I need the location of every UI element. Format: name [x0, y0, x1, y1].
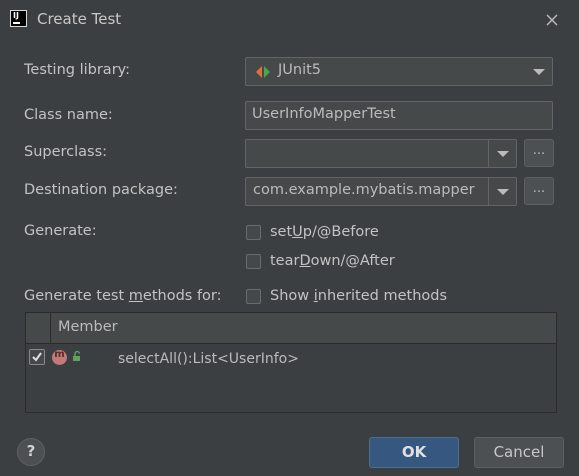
- teardown-checkbox[interactable]: [246, 254, 261, 269]
- cancel-button[interactable]: Cancel: [474, 437, 564, 468]
- class-name-value: UserInfoMapperTest: [252, 106, 396, 122]
- mnemonic: U: [292, 224, 303, 240]
- mnemonic: m: [128, 288, 143, 304]
- junit5-icon: [255, 64, 271, 84]
- mnemonic: D: [299, 253, 311, 269]
- label-text: set: [270, 224, 293, 240]
- destination-package-label: Destination package:: [24, 182, 178, 198]
- label-text: p/@Before: [302, 224, 379, 240]
- dialog-title: Create Test: [37, 10, 122, 28]
- intellij-app-icon: IJ: [10, 10, 27, 27]
- chevron-down-icon[interactable]: [497, 189, 509, 195]
- label-text: tear: [270, 253, 300, 269]
- table-header: Member: [26, 313, 556, 344]
- browse-label: ...: [532, 143, 546, 158]
- method-icon: m: [52, 349, 67, 365]
- label-text: nherited methods: [317, 288, 448, 304]
- label-text: own/@After: [310, 253, 395, 269]
- chevron-down-icon[interactable]: [497, 151, 509, 157]
- help-icon: ?: [26, 442, 36, 460]
- class-name-label: Class name:: [24, 107, 113, 123]
- setup-checkbox-label[interactable]: setUp/@Before: [270, 224, 379, 240]
- superclass-label: Superclass:: [24, 144, 108, 160]
- label-text: ethods for:: [142, 288, 222, 304]
- combo-separator: [488, 140, 489, 167]
- column-header-member[interactable]: Member: [58, 319, 118, 335]
- label-text: Generate test: [24, 288, 129, 304]
- teardown-checkbox-label[interactable]: tearDown/@After: [270, 253, 395, 269]
- label-text: Show: [270, 288, 314, 304]
- testing-library-select[interactable]: JUnit5: [245, 57, 553, 86]
- method-badge: m: [54, 349, 65, 360]
- public-unlock-icon: [72, 350, 84, 366]
- row-checkbox[interactable]: [29, 349, 45, 365]
- generate-label: Generate:: [24, 223, 97, 239]
- class-name-input[interactable]: UserInfoMapperTest: [245, 101, 553, 130]
- testing-library-value: JUnit5: [278, 62, 322, 78]
- ok-button[interactable]: OK: [369, 437, 459, 468]
- setup-checkbox[interactable]: [246, 225, 261, 240]
- superclass-combo[interactable]: [245, 139, 517, 168]
- chevron-down-icon: [533, 69, 545, 75]
- combo-separator: [488, 178, 489, 205]
- generate-methods-label: Generate test methods for:: [24, 288, 222, 304]
- browse-label: ...: [532, 181, 546, 196]
- member-name[interactable]: selectAll():List<UserInfo>: [118, 351, 299, 367]
- destination-package-combo[interactable]: com.example.mybatis.mapper: [245, 177, 517, 206]
- help-button[interactable]: ?: [17, 438, 45, 466]
- show-inherited-checkbox[interactable]: [246, 289, 261, 304]
- header-separator: [50, 313, 51, 343]
- close-icon[interactable]: [540, 8, 564, 32]
- testing-library-label: Testing library:: [24, 62, 131, 78]
- show-inherited-label[interactable]: Show inherited methods: [270, 288, 447, 304]
- superclass-browse-button[interactable]: ...: [524, 139, 554, 167]
- destination-browse-button[interactable]: ...: [524, 177, 554, 205]
- destination-package-value: com.example.mybatis.mapper: [253, 182, 475, 198]
